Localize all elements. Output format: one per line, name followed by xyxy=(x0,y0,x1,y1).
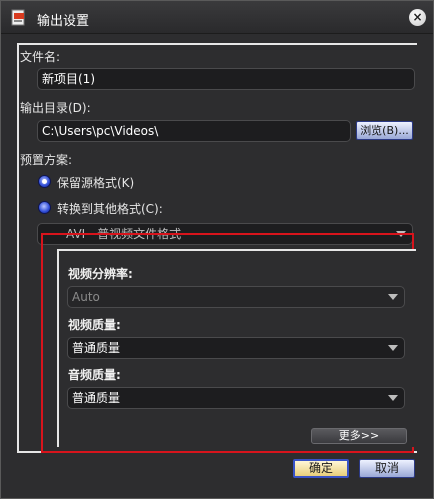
file-name-label: 文件名: xyxy=(20,50,61,64)
output-settings-dialog: 输出设置 × 文件名: 新项目(1) 输出目录(D): C:\Users\pc\… xyxy=(0,0,434,499)
ok-button[interactable]: 确定 xyxy=(293,459,349,478)
output-dir-label: 输出目录(D): xyxy=(20,101,91,115)
video-quality-select[interactable]: 普通质量 xyxy=(67,337,405,359)
dialog-title: 输出设置 xyxy=(37,14,90,29)
keep-source-format-radio[interactable] xyxy=(38,175,51,188)
video-quality-value: 普通质量 xyxy=(72,341,121,355)
audio-quality-value: 普通质量 xyxy=(72,391,121,405)
video-resolution-select[interactable]: Auto xyxy=(67,286,405,308)
title-bar[interactable]: 输出设置 × xyxy=(1,1,433,34)
video-resolution-value: Auto xyxy=(72,290,100,304)
app-icon xyxy=(11,9,25,26)
convert-format-radio[interactable] xyxy=(38,201,51,214)
close-icon: × xyxy=(412,10,423,24)
output-dir-input[interactable]: C:\Users\pc\Videos\ xyxy=(37,120,351,142)
file-name-input[interactable]: 新项目(1) xyxy=(37,68,415,90)
keep-source-format-label[interactable]: 保留源格式(K) xyxy=(57,174,134,191)
video-quality-label: 视频质量: xyxy=(68,318,121,332)
chevron-down-icon xyxy=(388,395,398,401)
video-resolution-label: 视频分辨率: xyxy=(68,267,133,281)
preset-label: 预置方案: xyxy=(20,153,73,167)
audio-quality-label: 音频质量: xyxy=(68,368,121,382)
browse-button[interactable]: 浏览(B)... xyxy=(356,121,413,140)
chevron-down-icon xyxy=(388,345,398,351)
convert-format-label[interactable]: 转换到其他格式(C): xyxy=(57,200,163,217)
more-button[interactable]: 更多>> xyxy=(311,428,407,444)
audio-quality-select[interactable]: 普通质量 xyxy=(67,387,405,409)
chevron-down-icon xyxy=(388,294,398,300)
cancel-button[interactable]: 取消 xyxy=(359,459,415,478)
close-button[interactable]: × xyxy=(409,9,426,26)
